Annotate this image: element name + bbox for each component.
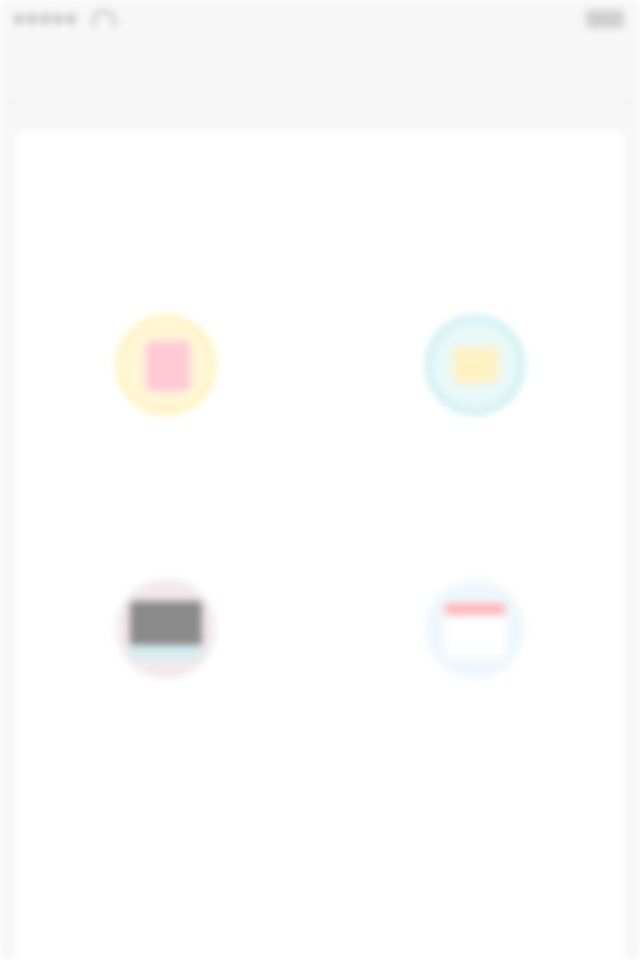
photo-icon bbox=[116, 579, 216, 679]
grid-item-4[interactable] bbox=[375, 579, 575, 713]
screen bbox=[0, 0, 640, 960]
ticket-icon bbox=[116, 315, 216, 415]
grid-item-3[interactable] bbox=[66, 579, 266, 713]
status-right bbox=[578, 10, 624, 28]
battery-icon bbox=[586, 10, 624, 28]
status-bar bbox=[0, 0, 640, 40]
nav-bar bbox=[0, 40, 640, 105]
wifi-icon bbox=[92, 10, 116, 27]
calendar-icon bbox=[425, 579, 525, 679]
folder-icon bbox=[425, 315, 525, 415]
status-left bbox=[14, 10, 116, 27]
signal-icon bbox=[14, 13, 76, 24]
grid-item-1[interactable] bbox=[66, 315, 266, 449]
content-card bbox=[14, 128, 626, 960]
grid-item-2[interactable] bbox=[375, 315, 575, 449]
